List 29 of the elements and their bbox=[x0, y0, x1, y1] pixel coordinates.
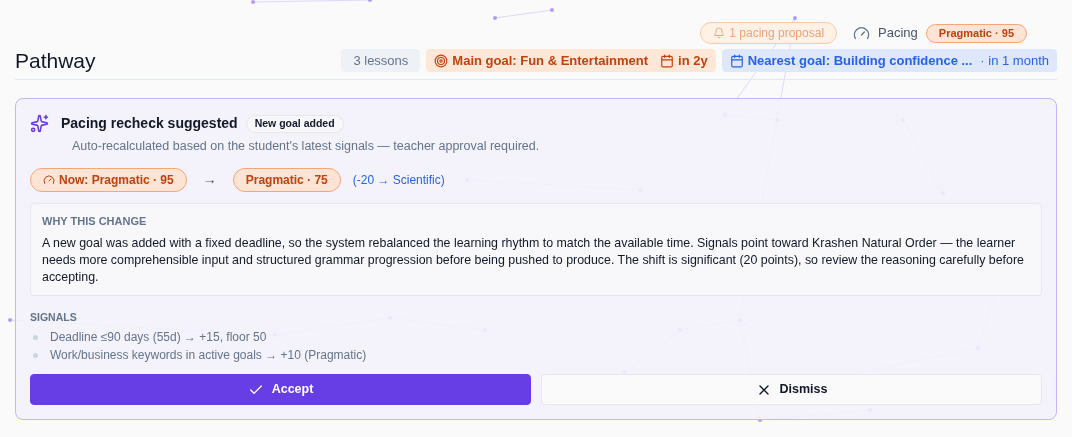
bullet-icon bbox=[33, 352, 38, 358]
current-pacing-chip: Now: Pragmatic · 95 bbox=[30, 167, 187, 192]
signals-heading: SIGNALS bbox=[30, 310, 78, 326]
signal-text: Work/business keywords in active goals → +10 (Pragmatic) bbox=[50, 347, 367, 364]
bullet-icon bbox=[33, 334, 38, 340]
calendar-icon bbox=[729, 53, 744, 68]
main-goal-chip: Main goal: Fun & Entertainment in 2y bbox=[426, 49, 716, 72]
arrow-text: → bbox=[202, 170, 217, 190]
calendar-icon bbox=[660, 53, 675, 68]
page-title: Pathway bbox=[15, 47, 96, 74]
lessons-count: 3 lessons bbox=[341, 49, 421, 72]
accept-button[interactable]: Accept bbox=[30, 374, 531, 405]
card-title: Pacing recheck suggested bbox=[61, 114, 238, 133]
pacing-badge: Pragmatic · 95 bbox=[925, 23, 1027, 43]
goal-tag: New goal added bbox=[245, 114, 344, 133]
why-text: A new goal was added with a fixed deadline, so the system rebalanced the learning rhythm to match the available time. Signals point toward Krashen Natural Order — the learner needs more comprehensible input and structured grammar progression before being pushed to produce. The shift is significant (20 points), so review the reasoning carefully before accepting. bbox=[42, 235, 1025, 287]
card-subtitle: Auto-recalculated based on the student's latest signals — teacher approval required. bbox=[72, 138, 541, 155]
target-icon bbox=[434, 53, 449, 68]
sparkles-icon bbox=[30, 114, 49, 133]
pacing-label: Pacing bbox=[878, 24, 918, 43]
nearest-goal-chip: Nearest goal: Building confidence ... · in 1 month bbox=[721, 49, 1057, 72]
delta-text: (-20 → Scientific) bbox=[352, 171, 445, 189]
proposed-pacing-chip: Pragmatic · 75 bbox=[232, 167, 341, 192]
signal-text: Deadline ≤90 days (55d) → +15, floor 50 bbox=[50, 329, 267, 346]
gauge-icon bbox=[43, 173, 55, 186]
dismiss-button[interactable]: Dismiss bbox=[541, 374, 1042, 405]
bell-icon bbox=[713, 27, 726, 39]
gauge-icon bbox=[853, 24, 871, 42]
why-heading: WHY THIS CHANGE bbox=[42, 213, 148, 229]
